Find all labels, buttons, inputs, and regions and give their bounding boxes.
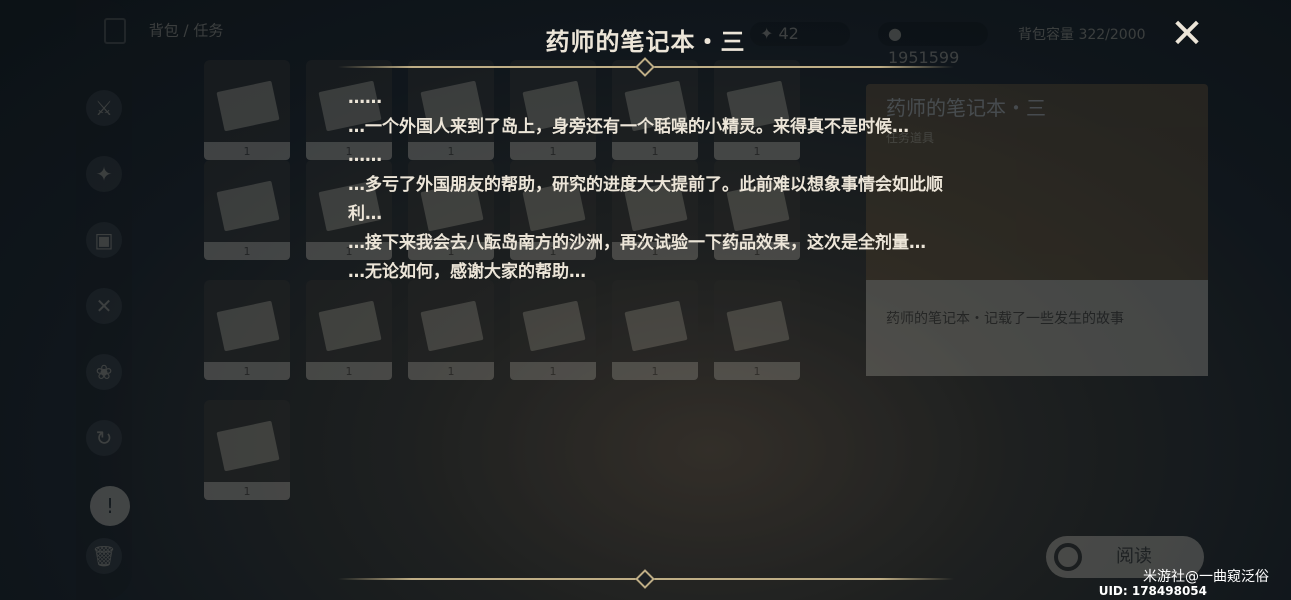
watermark: 米游社@一曲窥泛俗 [1143,569,1269,585]
page-title: 药师的笔记本・三 [545,28,746,56]
note-body: …… …一个外国人来到了岛上，身旁还有一个聒噪的小精灵。来得真不是时候… …… … [348,84,948,287]
note-line: …接下来我会去八酝岛南方的沙洲，再次试验一下药品效果，这次是全剂量… [348,233,926,253]
note-line: …多亏了外国朋友的帮助，研究的进度大大提前了。此前难以想象事情会如此顺利… [348,175,943,224]
note-line: …… [348,88,382,108]
uid-label: UID: 178498054 [1098,584,1207,598]
note-line: …一个外国人来到了岛上，身旁还有一个聒噪的小精灵。来得真不是时候… [348,117,909,137]
close-icon[interactable]: ✕ [1166,14,1208,56]
note-line: …… [348,146,382,166]
bottom-divider [338,569,954,589]
note-line: …无论如何，感谢大家的帮助… [348,262,586,282]
top-divider [338,57,954,77]
